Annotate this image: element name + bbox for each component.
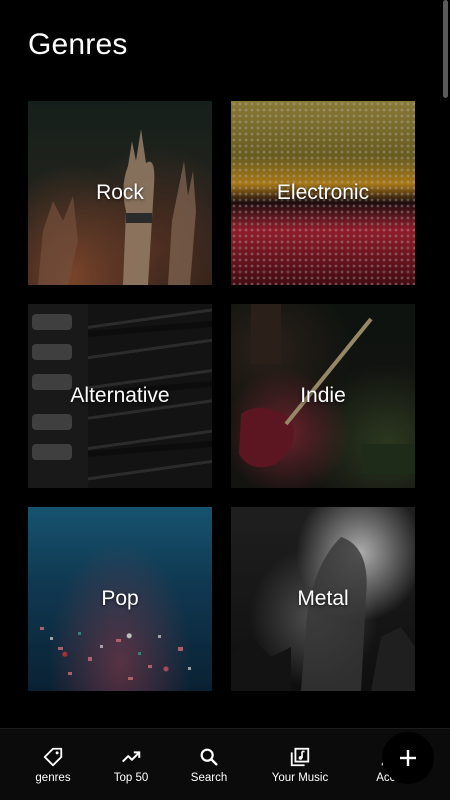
genre-tile-rock[interactable]: Rock <box>28 101 212 285</box>
genre-tile-indie[interactable]: Indie <box>231 304 415 488</box>
genres-screen: Genres Rock Electronic Alternative Indie… <box>0 0 450 800</box>
tag-icon <box>43 747 63 766</box>
trending-up-icon <box>122 750 141 762</box>
genre-grid: Rock Electronic Alternative Indie Pop Me… <box>28 101 415 691</box>
nav-label-genres: genres <box>35 771 71 784</box>
nav-item-top-50[interactable]: Top 50 <box>100 729 162 800</box>
genre-label: Metal <box>297 587 349 610</box>
nav-label-your-music: Your Music <box>271 771 329 784</box>
bottom-navigation: genres Top 50 Search Your Music Acco <box>0 728 450 800</box>
scrollbar[interactable] <box>443 0 448 98</box>
library-music-icon <box>290 747 310 766</box>
genre-label: Pop <box>101 587 139 610</box>
genre-tile-electronic[interactable]: Electronic <box>231 101 415 285</box>
genre-label: Alternative <box>70 384 170 407</box>
search-icon <box>200 748 218 766</box>
add-button[interactable] <box>382 732 434 784</box>
nav-item-your-music[interactable]: Your Music <box>262 729 338 800</box>
genre-tile-metal[interactable]: Metal <box>231 507 415 691</box>
page-title: Genres <box>28 28 128 61</box>
genre-label: Indie <box>300 384 346 407</box>
nav-label-top-50: Top 50 <box>113 771 149 784</box>
genre-tile-pop[interactable]: Pop <box>28 507 212 691</box>
nav-item-search[interactable]: Search <box>178 729 240 800</box>
nav-item-genres[interactable]: genres <box>22 729 84 800</box>
genre-label: Electronic <box>276 181 370 204</box>
genre-label: Rock <box>96 181 144 204</box>
add-button-area <box>380 729 450 800</box>
nav-label-search: Search <box>190 771 228 784</box>
plus-icon <box>400 750 416 766</box>
genre-tile-alternative[interactable]: Alternative <box>28 304 212 488</box>
